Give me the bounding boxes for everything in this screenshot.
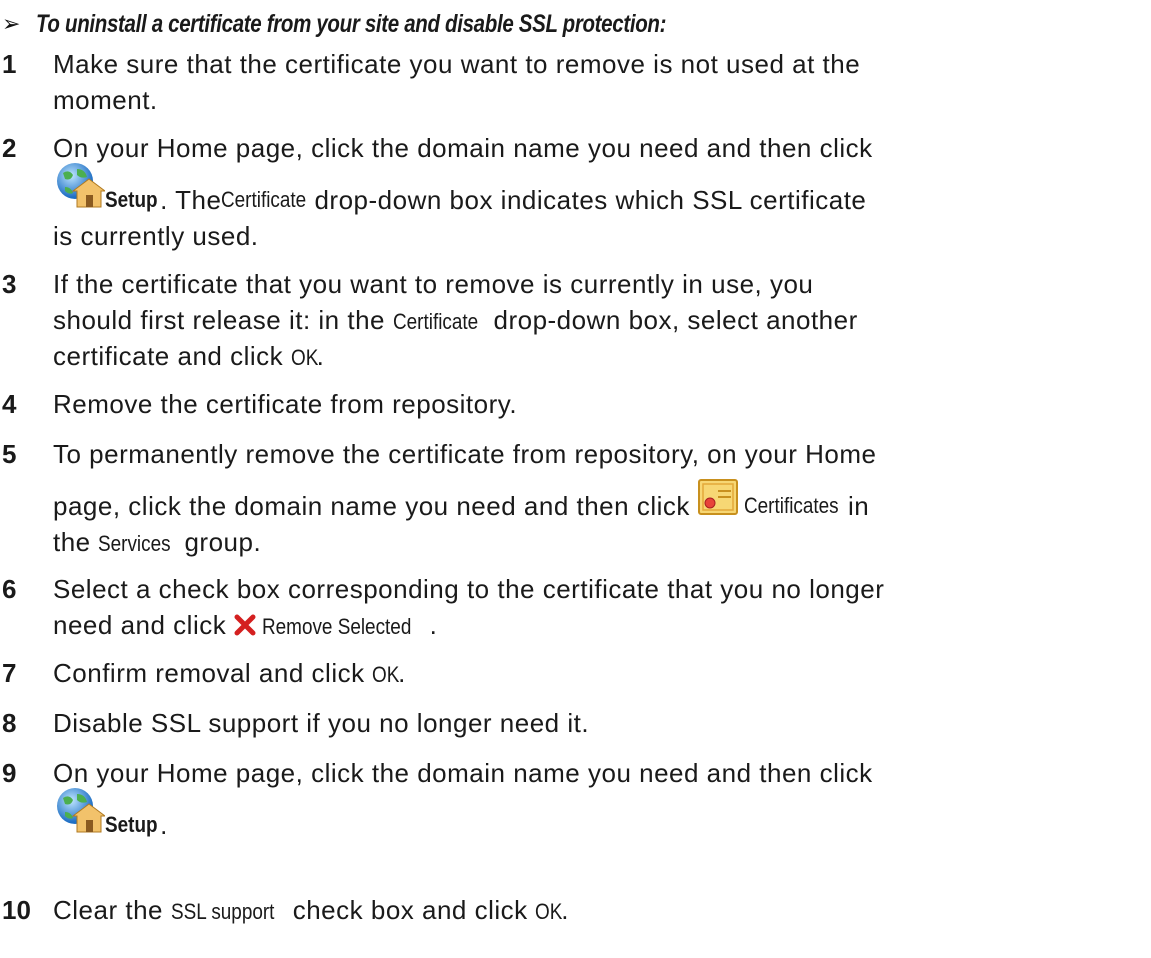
step-text: If the certificate that you want to remo… bbox=[53, 269, 814, 299]
ok-label: OK bbox=[290, 345, 319, 370]
procedure-heading: ➢ To uninstall a certificate from your s… bbox=[0, 4, 804, 44]
certificate-icon bbox=[697, 479, 738, 524]
step-text: On your Home page, click the domain name… bbox=[53, 758, 873, 788]
certificates-label: Certificates bbox=[743, 493, 839, 518]
step-number: 1 bbox=[2, 49, 17, 79]
step-text: is currently used. bbox=[53, 221, 259, 251]
ok-label: OK bbox=[372, 662, 400, 687]
ok-label: OK bbox=[535, 899, 563, 924]
step-text: Select a check box corresponding to the … bbox=[53, 574, 885, 604]
step-number: 8 bbox=[2, 708, 17, 738]
step-text: . bbox=[160, 810, 168, 840]
step-text: drop-down box, select another bbox=[485, 305, 858, 335]
services-label: Services bbox=[98, 531, 171, 556]
setup-label: Setup bbox=[105, 812, 158, 837]
step-text: . bbox=[429, 610, 438, 640]
step-number: 3 bbox=[2, 269, 17, 299]
red-x-icon bbox=[234, 609, 256, 645]
step-text: . The bbox=[160, 185, 222, 215]
step-number: 4 bbox=[2, 389, 17, 419]
step-text: need and click bbox=[53, 610, 234, 640]
step-text: Make sure that the certificate you want … bbox=[53, 49, 861, 79]
step-text: Remove the certificate from repository. bbox=[53, 389, 518, 419]
step-text: drop-down box indicates which SSL certif… bbox=[314, 185, 867, 215]
step-number: 9 bbox=[2, 758, 17, 788]
globe-house-icon bbox=[53, 786, 107, 843]
step-text: Disable SSL support if you no longer nee… bbox=[53, 708, 590, 738]
globe-house-icon bbox=[53, 161, 107, 218]
step-number: 6 bbox=[2, 574, 17, 604]
step-text: certificate and click bbox=[53, 341, 291, 371]
step-number: 2 bbox=[2, 133, 17, 163]
procedure-heading-text: To uninstall a certificate from your sit… bbox=[36, 9, 667, 38]
certificate-label: Certificate bbox=[221, 187, 307, 212]
step-text: in bbox=[847, 491, 870, 521]
step-number: 7 bbox=[2, 658, 17, 688]
step-text: check box and click bbox=[285, 895, 536, 925]
step-text: Clear the bbox=[53, 895, 171, 925]
step-text: group. bbox=[176, 527, 262, 557]
step-text: Confirm removal and click bbox=[53, 658, 373, 688]
step-number: 10 bbox=[2, 895, 31, 925]
remove-selected-label: Remove Selected bbox=[261, 614, 412, 639]
arrow-bullet-icon: ➢ bbox=[2, 11, 21, 36]
step-text: On your Home page, click the domain name… bbox=[53, 133, 873, 163]
step-text: should first release it: in the bbox=[53, 305, 393, 335]
step-text: the bbox=[53, 527, 99, 557]
ssl-support-label: SSL support bbox=[170, 899, 275, 924]
step-text: To permanently remove the certificate fr… bbox=[53, 439, 877, 469]
step-number: 5 bbox=[2, 439, 17, 469]
step-text: moment. bbox=[53, 85, 158, 115]
certificate-label: Certificate bbox=[392, 309, 478, 334]
setup-label: Setup bbox=[105, 187, 158, 212]
step-text: page, click the domain name you need and… bbox=[53, 491, 690, 521]
